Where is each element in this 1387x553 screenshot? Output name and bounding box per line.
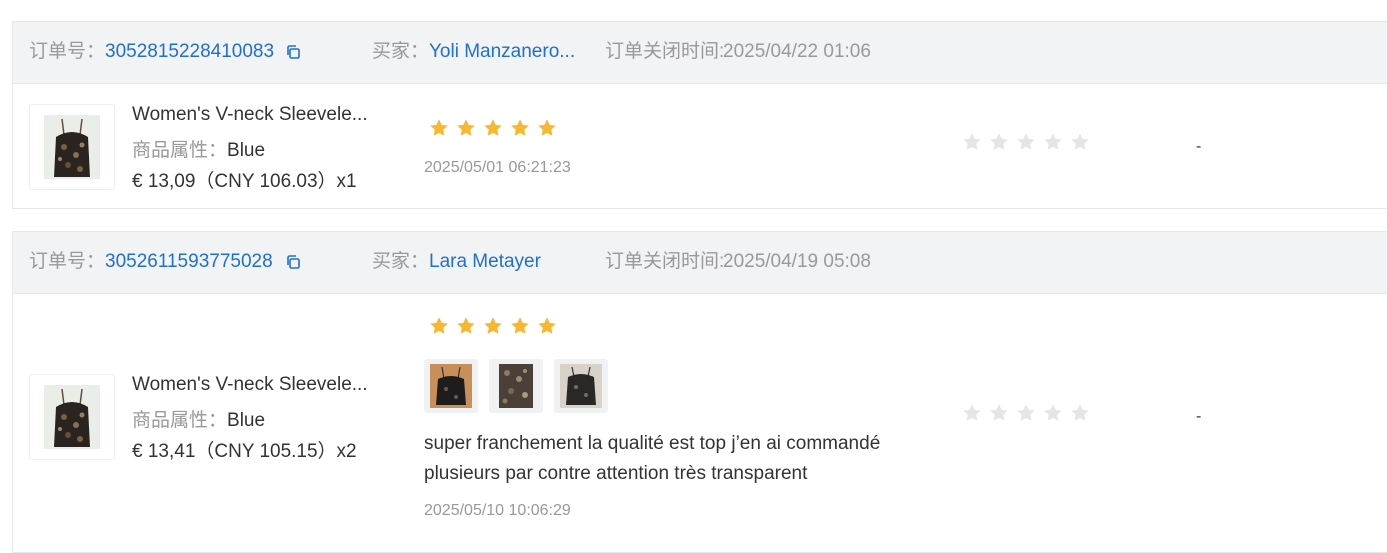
review-rating — [428, 315, 558, 337]
order-card: 订单号： 3052815228410083 买家： Yoli Manzanero… — [12, 21, 1387, 209]
product-image — [44, 385, 100, 449]
star-icon — [511, 317, 529, 334]
buyer-name-link[interactable]: Yoli Manzanero... — [429, 41, 575, 63]
review-photo — [560, 364, 602, 408]
order-card: 订单号： 3052611593775028 买家： Lara Metayer 订… — [12, 231, 1387, 553]
review-image[interactable] — [424, 359, 478, 413]
review-image[interactable] — [489, 359, 543, 413]
review-image[interactable] — [554, 359, 608, 413]
buyer-label: 买家： — [372, 41, 430, 62]
attr-value: Blue — [227, 140, 266, 161]
review-photo — [499, 364, 533, 408]
star-icon — [538, 317, 556, 334]
close-time: 2025/04/22 01:06 — [723, 41, 871, 62]
review-rating — [428, 117, 558, 139]
star-icon[interactable] — [988, 131, 1010, 153]
review-photo — [430, 364, 472, 408]
star-icon — [484, 119, 502, 136]
star-icon — [457, 119, 475, 136]
order-number-link[interactable]: 3052611593775028 — [105, 251, 273, 273]
star-icon — [457, 317, 475, 334]
reply-content: - — [1196, 408, 1202, 425]
product-attr: 商品属性：Blue — [132, 135, 265, 162]
product-thumbnail[interactable] — [29, 104, 115, 190]
star-icon[interactable] — [1015, 131, 1037, 153]
product-title[interactable]: Women's V-neck Sleevele... — [132, 104, 368, 126]
star-icon — [538, 119, 556, 136]
product-price: € 13,41（CNY 105.15）x2 — [132, 441, 357, 462]
product-thumbnail[interactable] — [29, 374, 115, 460]
reply-content: - — [1196, 138, 1202, 155]
attr-label: 商品属性： — [132, 140, 228, 161]
product-price: € 13,09（CNY 106.03）x1 — [132, 171, 357, 192]
star-icon[interactable] — [961, 131, 983, 153]
star-icon[interactable] — [961, 402, 983, 424]
buyer-label: 买家： — [372, 251, 430, 272]
buyer-name-link[interactable]: Lara Metayer — [429, 251, 541, 273]
order-no-label: 订单号： — [29, 251, 106, 272]
star-icon[interactable] — [988, 402, 1010, 424]
review-time: 2025/05/10 10:06:29 — [424, 502, 571, 519]
close-time: 2025/04/19 05:08 — [723, 251, 871, 272]
order-header: 订单号： 3052815228410083 买家： Yoli Manzanero… — [13, 22, 1387, 84]
star-icon[interactable] — [1042, 131, 1064, 153]
star-icon[interactable] — [1015, 402, 1037, 424]
order-no-label: 订单号： — [29, 41, 106, 62]
reply-rating[interactable] — [961, 402, 1091, 424]
review-text: super franchement la qualité est top j’e… — [424, 433, 881, 484]
star-icon[interactable] — [1069, 402, 1091, 424]
close-time-label: 订单关闭时间: — [605, 41, 725, 62]
product-image — [44, 115, 100, 179]
attr-value: Blue — [227, 410, 266, 431]
product-title[interactable]: Women's V-neck Sleevele... — [132, 374, 368, 396]
copy-icon[interactable] — [285, 44, 301, 60]
review-time: 2025/05/01 06:21:23 — [424, 159, 571, 176]
reply-rating[interactable] — [961, 131, 1091, 153]
copy-icon[interactable] — [285, 254, 301, 270]
attr-label: 商品属性： — [132, 410, 228, 431]
order-header: 订单号： 3052611593775028 买家： Lara Metayer 订… — [13, 232, 1387, 294]
star-icon — [430, 317, 448, 334]
star-icon — [511, 119, 529, 136]
close-time-label: 订单关闭时间: — [605, 251, 725, 272]
star-icon[interactable] — [1069, 131, 1091, 153]
star-icon — [484, 317, 502, 334]
star-icon[interactable] — [1042, 402, 1064, 424]
order-number-link[interactable]: 3052815228410083 — [105, 41, 274, 63]
star-icon — [430, 119, 448, 136]
product-attr: 商品属性：Blue — [132, 405, 265, 432]
